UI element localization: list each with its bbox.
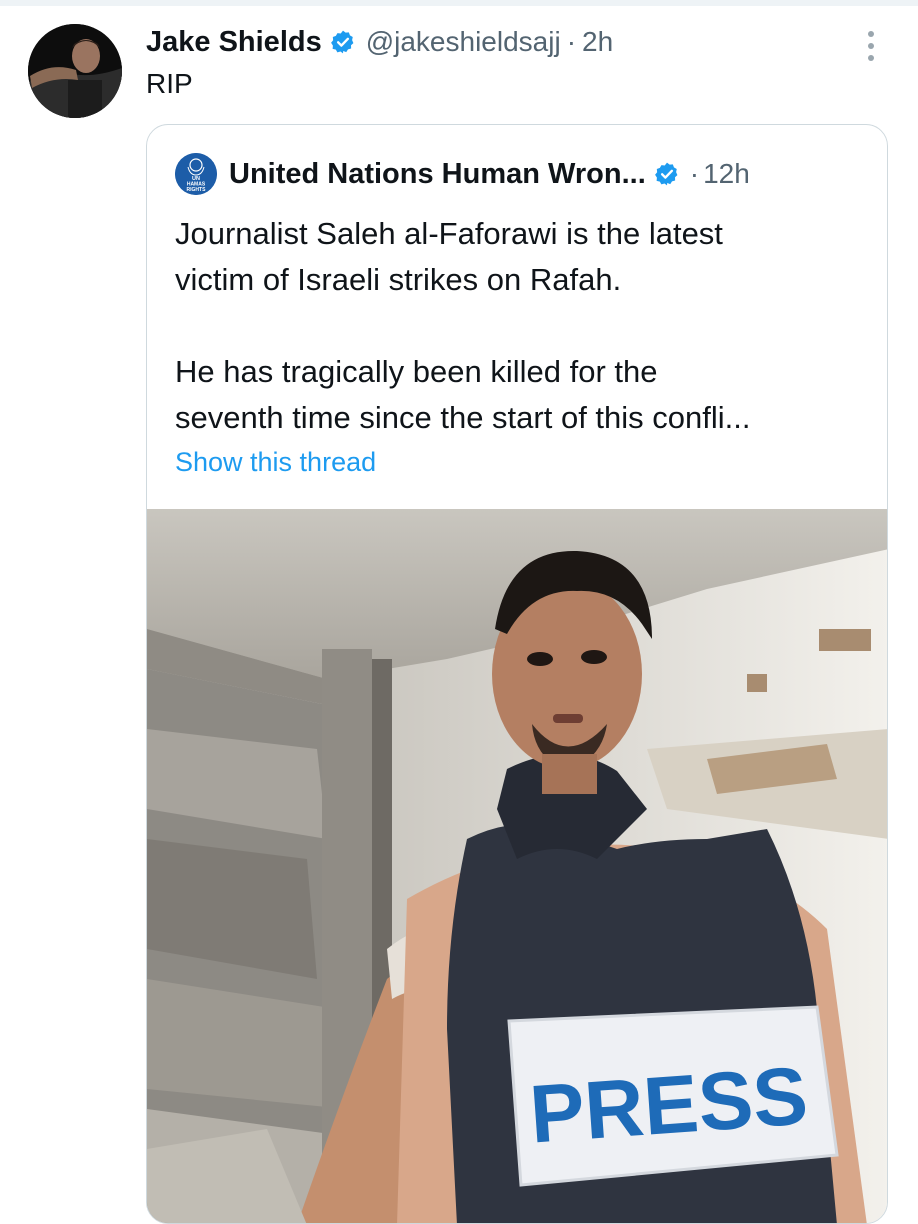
author-avatar[interactable] xyxy=(28,24,122,118)
verified-badge-icon xyxy=(654,162,678,186)
author-name[interactable]: Jake Shields xyxy=(146,26,322,59)
show-thread-link[interactable]: Show this thread xyxy=(175,447,376,478)
media-photo: PRESS xyxy=(147,509,887,1223)
quoted-author-avatar[interactable]: UN HAMAS RIGHTS xyxy=(175,153,217,195)
separator-dot: · xyxy=(689,158,700,189)
top-divider xyxy=(0,0,918,6)
un-logo-icon: UN HAMAS RIGHTS xyxy=(175,153,217,195)
author-handle[interactable]: @jakeshieldsajj xyxy=(366,26,561,58)
quoted-text-line: victim of Israeli strikes on Rafah. xyxy=(175,262,622,297)
avatar-text-line3: RIGHTS xyxy=(187,187,207,193)
separator-dot: · xyxy=(566,26,577,57)
quoted-text-line: He has tragically been killed for the xyxy=(175,354,658,389)
press-label: PRESS xyxy=(527,1050,811,1160)
quoted-author-name[interactable]: United Nations Human Wron... xyxy=(229,158,646,191)
verified-badge-icon xyxy=(330,30,354,54)
quoted-text-line: Journalist Saleh al-Faforawi is the late… xyxy=(175,216,723,251)
tweet-text: RIP xyxy=(146,68,193,99)
quoted-tweet-card[interactable]: UN HAMAS RIGHTS United Nations Human Wro… xyxy=(146,124,888,1224)
timestamp[interactable]: 2h xyxy=(582,26,613,58)
quoted-text-line: seventh time since the start of this con… xyxy=(175,400,751,435)
avatar-photo xyxy=(28,24,122,118)
quoted-tweet-text: Journalist Saleh al-Faforawi is the late… xyxy=(175,211,865,441)
quoted-tweet-media[interactable]: PRESS xyxy=(147,509,887,1223)
more-options-icon[interactable] xyxy=(856,26,886,66)
quoted-timestamp[interactable]: 12h xyxy=(703,158,750,190)
